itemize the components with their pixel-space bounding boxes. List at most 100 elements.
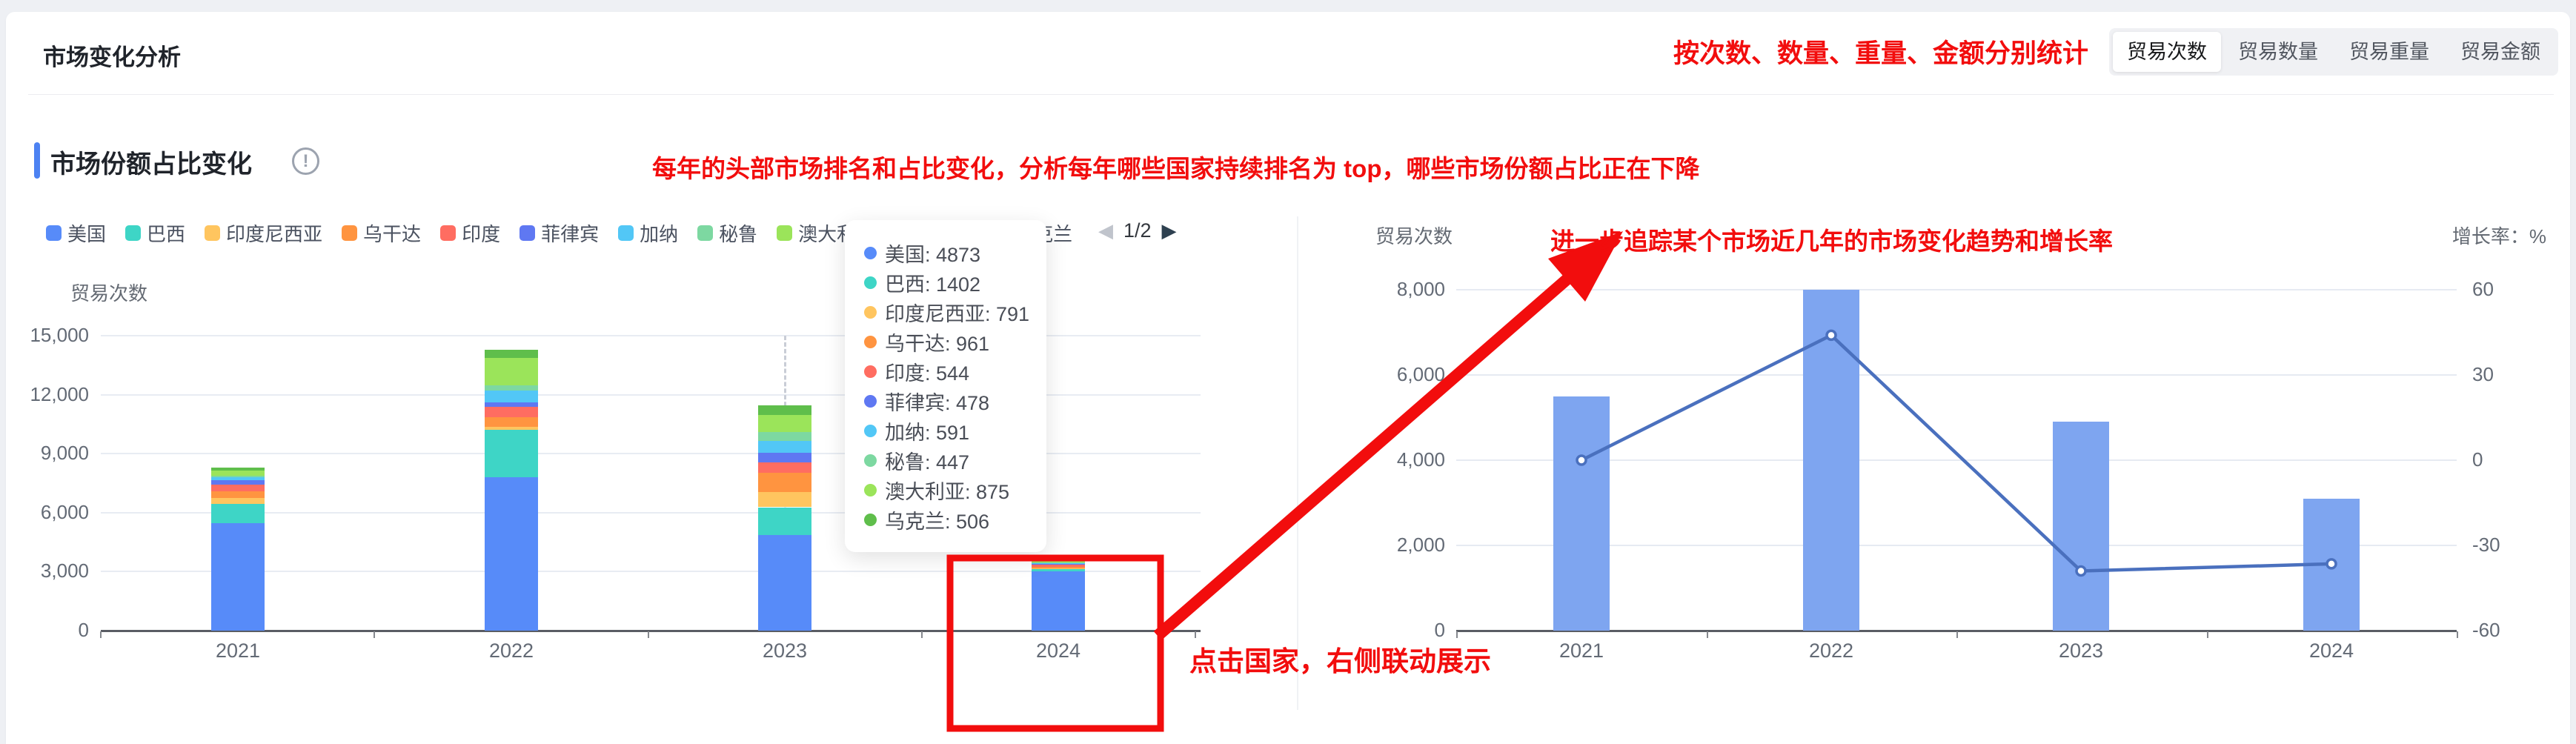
trade-count-bar-2021[interactable]	[1553, 396, 1610, 631]
left-chart-y-tick: 12,000	[0, 383, 89, 406]
tab-贸易重量[interactable]: 贸易重量	[2335, 32, 2443, 72]
tooltip-series-value: 印度尼西亚: 791	[885, 298, 1029, 327]
legend-item-巴西[interactable]: 巴西	[125, 219, 185, 247]
bar-segment-乌克兰-2022[interactable]	[485, 350, 538, 358]
trade-count-bar-2023[interactable]	[2053, 422, 2109, 631]
right-chart-gridline	[1456, 374, 2457, 376]
legend-label: 秘鲁	[719, 219, 757, 247]
legend-next-icon[interactable]: ▶	[1162, 219, 1177, 242]
bar-segment-印度尼西亚-2021[interactable]	[211, 498, 265, 504]
left-chart-axis-tick	[100, 631, 102, 638]
right-chart-x-label: 2021	[1537, 640, 1626, 662]
bar-segment-美国-2024[interactable]	[1032, 571, 1085, 631]
right-chart-axis-tick	[1707, 631, 1708, 638]
legend-item-印度[interactable]: 印度	[440, 219, 500, 247]
bar-segment-巴西-2022[interactable]	[485, 430, 538, 477]
bar-segment-加纳-2024[interactable]	[1032, 563, 1085, 564]
bar-segment-澳大利亚-2022[interactable]	[485, 358, 538, 385]
tooltip-series-dot	[864, 247, 877, 259]
bar-segment-乌干达-2023[interactable]	[758, 473, 811, 491]
tooltip-series-value: 菲律宾: 478	[885, 387, 989, 416]
right-chart-left-tick: 2,000	[1356, 534, 1445, 557]
legend-item-秘鲁[interactable]: 秘鲁	[697, 219, 757, 247]
bar-segment-印度-2023[interactable]	[758, 462, 811, 473]
tooltip-row: 菲律宾: 478	[864, 386, 1046, 416]
bar-segment-菲律宾-2023[interactable]	[758, 453, 811, 462]
info-icon[interactable]: !	[292, 147, 319, 175]
tooltip-row: 印度: 544	[864, 356, 1046, 386]
tooltip-series-value: 加纳: 591	[885, 416, 969, 445]
bar-segment-巴西-2023[interactable]	[758, 508, 811, 535]
bar-segment-美国-2022[interactable]	[485, 477, 538, 631]
right-chart-y-axis-name: 贸易次数	[1375, 222, 1453, 249]
bar-segment-加纳-2023[interactable]	[758, 441, 811, 453]
left-chart-y-axis-name: 贸易次数	[70, 279, 147, 306]
tooltip-series-value: 乌干达: 961	[885, 328, 989, 356]
bar-segment-印度-2021[interactable]	[211, 485, 265, 491]
left-chart-y-tick: 0	[0, 619, 89, 642]
bar-segment-加纳-2022[interactable]	[485, 391, 538, 402]
bar-segment-秘鲁-2021[interactable]	[211, 476, 265, 478]
right-chart-left-tick: 4,000	[1356, 448, 1445, 471]
bar-segment-印度尼西亚-2024[interactable]	[1032, 568, 1085, 569]
bar-segment-加纳-2021[interactable]	[211, 477, 265, 480]
annotation-click-country-note: 点击国家，右侧联动展示	[1189, 639, 1491, 679]
right-chart-left-tick: 8,000	[1356, 278, 1445, 301]
tooltip-series-value: 美国: 4873	[885, 239, 980, 268]
legend-item-美国[interactable]: 美国	[46, 219, 106, 247]
legend-swatch	[205, 225, 220, 241]
bar-segment-印度尼西亚-2023[interactable]	[758, 492, 811, 508]
trade-count-bar-2024[interactable]	[2303, 499, 2360, 631]
tab-贸易数量[interactable]: 贸易数量	[2224, 32, 2332, 72]
bar-segment-澳大利亚-2021[interactable]	[211, 471, 265, 476]
legend-pagination: ◀ 1/2 ▶	[1098, 219, 1177, 242]
tooltip-series-dot	[864, 365, 877, 378]
legend-item-菲律宾[interactable]: 菲律宾	[519, 219, 599, 247]
bar-segment-乌干达-2024[interactable]	[1032, 567, 1085, 568]
bar-segment-澳大利亚-2024[interactable]	[1032, 561, 1085, 562]
legend-swatch	[342, 225, 357, 241]
right-chart-right-tick: 30	[2472, 363, 2494, 386]
bar-segment-乌干达-2021[interactable]	[211, 491, 265, 498]
bar-segment-美国-2023[interactable]	[758, 535, 811, 631]
left-chart-y-tick: 15,000	[0, 324, 89, 347]
section-title: 市场份额占比变化	[50, 144, 252, 180]
bar-segment-美国-2021[interactable]	[211, 523, 265, 631]
tab-贸易金额[interactable]: 贸易金额	[2446, 32, 2555, 72]
bar-segment-秘鲁-2024[interactable]	[1032, 562, 1085, 563]
legend-prev-icon[interactable]: ◀	[1098, 219, 1113, 242]
market-change-analysis-page: 市场变化分析 按次数、数量、重量、金额分别统计 贸易次数贸易数量贸易重量贸易金额…	[0, 0, 2576, 744]
tooltip-series-dot	[864, 395, 877, 408]
bar-segment-乌干达-2022[interactable]	[485, 417, 538, 428]
tab-贸易次数[interactable]: 贸易次数	[2113, 32, 2221, 72]
bar-segment-澳大利亚-2023[interactable]	[758, 415, 811, 432]
bar-segment-乌克兰-2021[interactable]	[211, 468, 265, 471]
legend-label: 乌干达	[363, 219, 421, 247]
tooltip-series-dot	[864, 454, 877, 467]
legend-item-加纳[interactable]: 加纳	[618, 219, 678, 247]
trade-count-bar-2022[interactable]	[1803, 290, 1859, 631]
bar-segment-秘鲁-2022[interactable]	[485, 385, 538, 391]
legend-label: 菲律宾	[541, 219, 599, 247]
bar-segment-印度-2024[interactable]	[1032, 565, 1085, 566]
bar-segment-菲律宾-2024[interactable]	[1032, 564, 1085, 565]
right-chart-right-tick: 60	[2472, 278, 2494, 301]
right-chart-y2-axis-name: 增长率：%	[2428, 222, 2546, 249]
legend-swatch	[440, 225, 456, 241]
bar-segment-秘鲁-2023[interactable]	[758, 432, 811, 441]
legend-item-乌干达[interactable]: 乌干达	[342, 219, 421, 247]
bar-segment-乌克兰-2023[interactable]	[758, 405, 811, 415]
bar-segment-菲律宾-2021[interactable]	[211, 480, 265, 485]
bar-segment-巴西-2021[interactable]	[211, 504, 265, 523]
right-chart-x-label: 2024	[2287, 640, 2376, 662]
right-chart-gridline	[1456, 289, 2457, 290]
legend-item-印度尼西亚[interactable]: 印度尼西亚	[205, 219, 322, 247]
bar-segment-印度尼西亚-2022[interactable]	[485, 427, 538, 430]
bar-segment-乌克兰-2024[interactable]	[1032, 559, 1085, 560]
bar-segment-印度-2022[interactable]	[485, 407, 538, 416]
bar-segment-菲律宾-2022[interactable]	[485, 402, 538, 407]
tooltip-series-dot	[864, 306, 877, 319]
bar-segment-巴西-2024[interactable]	[1032, 569, 1085, 571]
left-chart-axis-tick	[1195, 631, 1196, 638]
tooltip-row: 印度尼西亚: 791	[864, 297, 1046, 327]
